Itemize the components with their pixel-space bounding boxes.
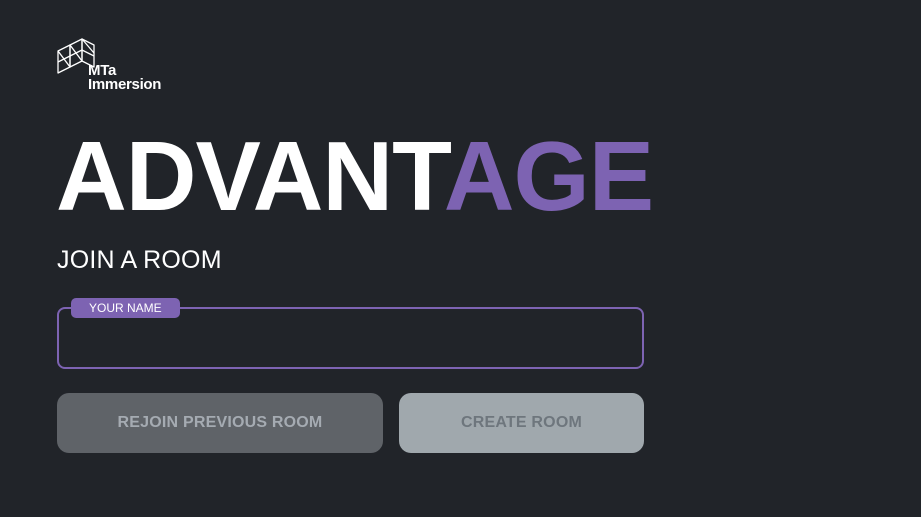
page-title-main: ADVANT: [56, 121, 445, 231]
rejoin-previous-room-button[interactable]: REJOIN PREVIOUS ROOM: [57, 393, 383, 453]
page-title: ADVANTAGE: [56, 121, 654, 231]
join-room-screen: MTa Immersion ADVANTAGE JOIN A ROOM YOUR…: [0, 0, 921, 517]
brand-logo: MTa Immersion: [56, 37, 186, 95]
brand-name: MTa Immersion: [88, 63, 162, 93]
page-title-accent: AGE: [443, 121, 654, 231]
page-subtitle: JOIN A ROOM: [57, 246, 222, 274]
create-room-button[interactable]: CREATE ROOM: [399, 393, 644, 453]
name-field-label: YOUR NAME: [71, 298, 180, 318]
brand-name-line2: Immersion: [88, 76, 162, 93]
